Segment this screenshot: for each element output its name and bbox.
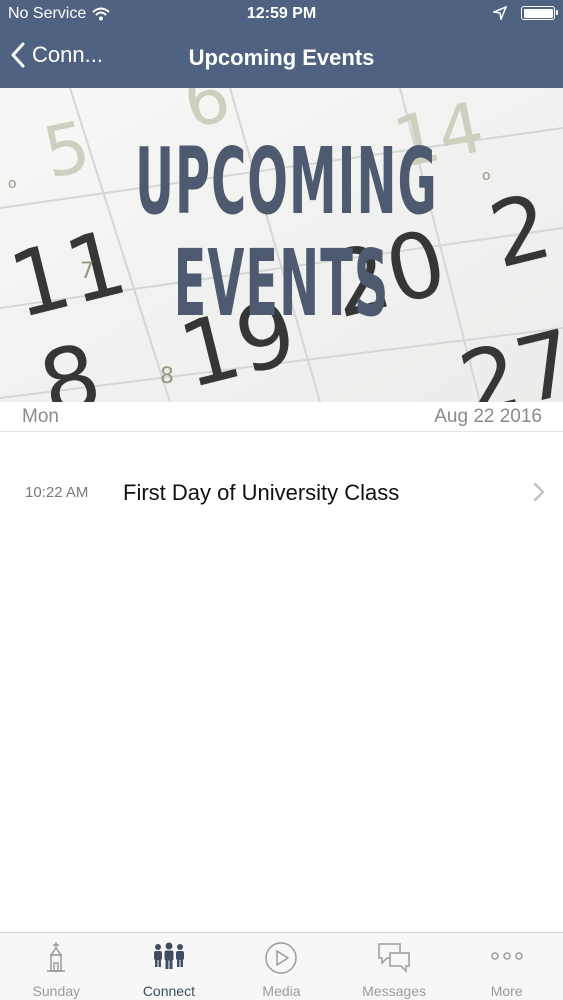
tab-label-messages: Messages — [362, 983, 426, 999]
tab-more[interactable]: More — [450, 933, 563, 1000]
location-arrow-icon — [493, 6, 507, 20]
date-label: Aug 22 2016 — [434, 406, 542, 427]
nav-bar: Conn... Upcoming Events — [0, 30, 563, 88]
event-title: First Day of University Class — [123, 480, 400, 505]
tab-label-more: More — [490, 983, 523, 999]
battery-icon — [521, 6, 558, 20]
tab-media[interactable]: Media — [225, 933, 338, 1000]
page-title: Upcoming Events — [188, 45, 375, 70]
events-banner: 5 6 14 11 2 20 19 8 27 7 8 o o UPCOMING … — [0, 88, 563, 402]
more-dots-icon — [490, 952, 523, 960]
status-bar: No Service 12:59 PM — [0, 0, 563, 30]
tab-bar: Sunday Connect Media Messages More — [0, 932, 563, 1000]
event-time: 10:22 AM — [25, 484, 89, 501]
tab-label-connect: Connect — [142, 983, 195, 999]
app-header: No Service 12:59 PM Conn... Upcoming Eve… — [0, 0, 563, 88]
chat-bubbles-icon — [378, 943, 410, 973]
tab-connect[interactable]: Connect — [113, 933, 226, 1000]
tab-label-sunday: Sunday — [32, 983, 81, 999]
status-time: 12:59 PM — [246, 5, 317, 22]
chevron-right-icon — [533, 482, 545, 502]
day-section-header: Mon Aug 22 2016 — [0, 402, 563, 432]
people-icon — [153, 942, 184, 969]
tab-messages[interactable]: Messages — [338, 933, 451, 1000]
banner-title-line1: UPCOMING — [135, 128, 438, 235]
tab-sunday[interactable]: Sunday — [0, 933, 113, 1000]
day-label: Mon — [22, 406, 59, 427]
event-row[interactable]: 10:22 AM First Day of University Class — [0, 462, 563, 526]
tab-label-media: Media — [262, 983, 301, 999]
church-icon — [47, 942, 66, 972]
status-right — [493, 6, 558, 20]
banner-title-line2: EVENTS — [173, 230, 390, 337]
play-circle-icon — [265, 942, 298, 974]
